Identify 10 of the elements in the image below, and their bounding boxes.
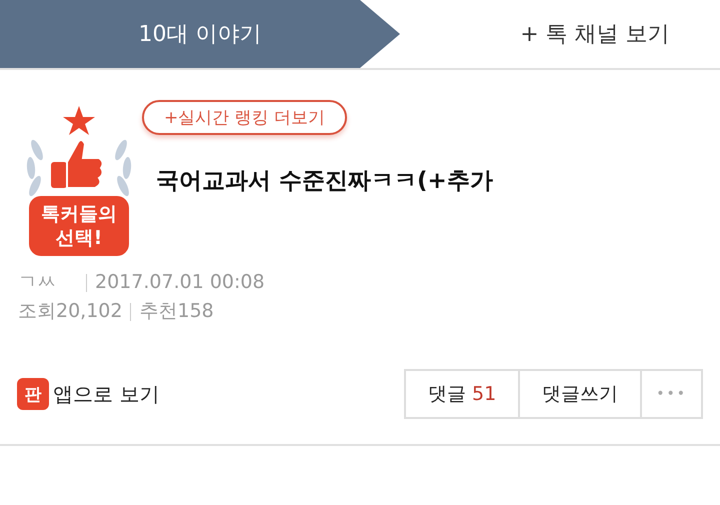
author-name: ㄱㅆ [18, 270, 56, 295]
like-count: 추천158 [139, 299, 214, 324]
channel-tab[interactable]: + 톡 채널 보기 [450, 0, 720, 68]
app-logo-icon[interactable]: 판 [17, 378, 49, 410]
ranking-button[interactable]: +실시간 랭킹 더보기 [142, 100, 348, 135]
badge-label: 톡커들의 선택! [29, 196, 129, 256]
post-title: 국어교과서 수준진짜ㅋㅋ(+추가 [156, 167, 493, 196]
app-view-link[interactable]: 앱으로 보기 [53, 380, 160, 408]
post-date: 2017.07.01 00:08 [95, 270, 265, 295]
view-count: 조회20,102 [18, 299, 122, 324]
